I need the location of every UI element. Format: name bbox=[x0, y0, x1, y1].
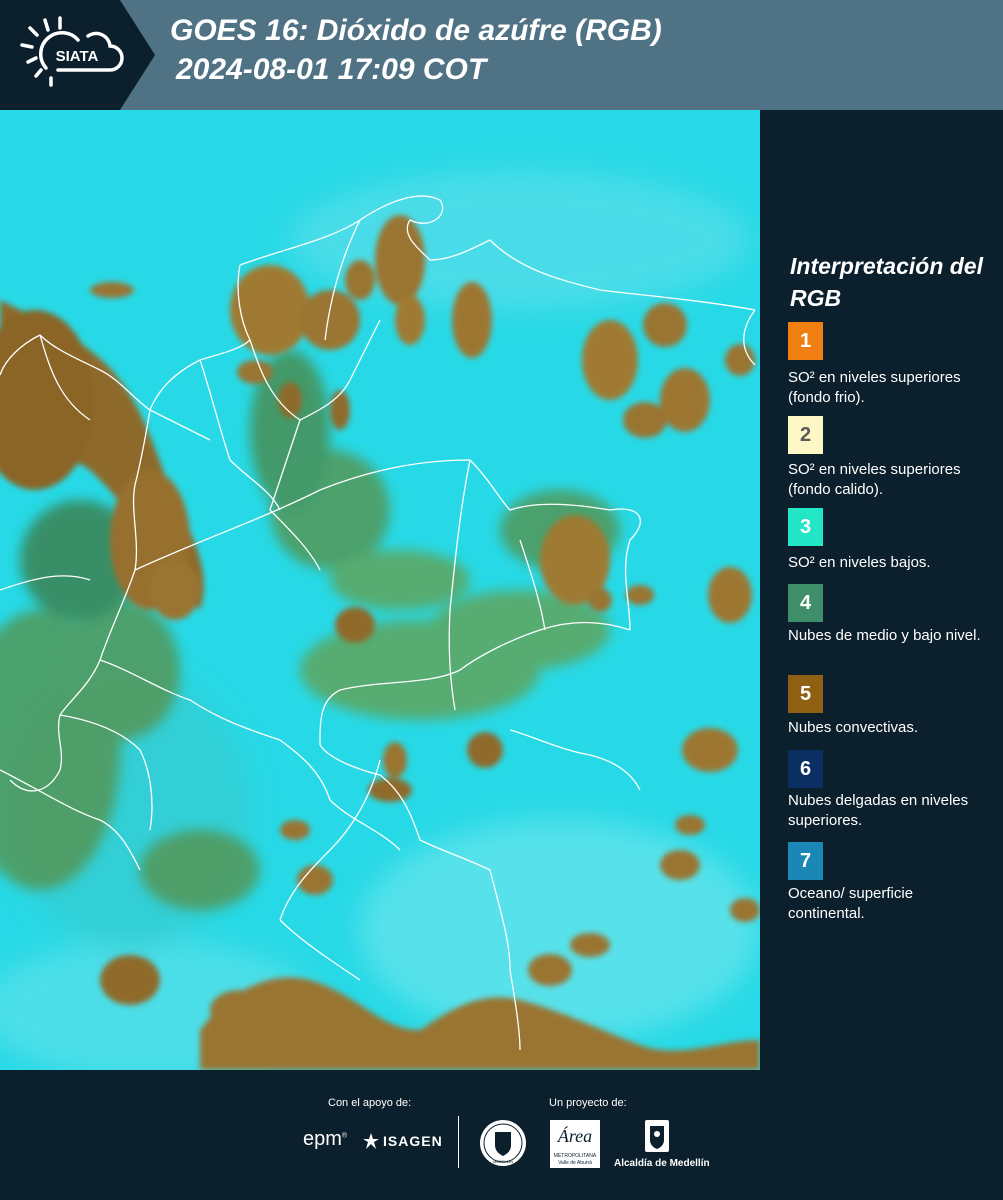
isagen-text: ISAGEN bbox=[383, 1133, 443, 1149]
legend-number: 6 bbox=[799, 757, 812, 780]
legend-number: 7 bbox=[799, 849, 812, 872]
legend-label-4: Nubes de medio y bajo nivel. bbox=[788, 627, 981, 644]
header: SIATA GOES 16: Dióxido de azúfre (RGB) 2… bbox=[0, 0, 1003, 110]
legend-label-7: Oceano/ superficie continental. bbox=[788, 885, 914, 922]
legend-swatch-1: 1 bbox=[788, 322, 823, 360]
legend-number: 5 bbox=[799, 682, 812, 705]
epm-logo: epm® bbox=[303, 1128, 348, 1150]
map-canvas bbox=[0, 110, 760, 1070]
siata-logo: SIATA bbox=[0, 0, 155, 110]
area-sub1: METROPOLITANA bbox=[553, 1153, 597, 1159]
area-sub2: Valle de Aburrá bbox=[558, 1160, 592, 1166]
timestamp: 2024-08-01 17:09 COT bbox=[176, 53, 487, 86]
alcaldia-text: Alcaldía de Medellín bbox=[614, 1158, 710, 1169]
legend-number: 2 bbox=[799, 423, 812, 446]
project-label: Un proyecto de: bbox=[549, 1097, 627, 1109]
legend-swatch-3: 3 bbox=[788, 508, 823, 546]
legend-number: 3 bbox=[799, 515, 812, 538]
footer: Con el apoyo de: Un proyecto de: epm® IS… bbox=[0, 1070, 1003, 1200]
isagen-mark-icon bbox=[363, 1133, 379, 1149]
legend-number: 1 bbox=[799, 329, 812, 352]
legend-swatch-7: 7 bbox=[788, 842, 823, 880]
legend-label-3: SO² en niveles bajos. bbox=[788, 554, 931, 571]
isagen-logo: ISAGEN bbox=[362, 1132, 443, 1150]
legend-number: 4 bbox=[799, 591, 812, 614]
legend-title: Interpretación del RGB bbox=[790, 253, 983, 311]
satellite-map[interactable] bbox=[0, 110, 760, 1070]
legend-panel: Interpretación del RGB 1 SO² en niveles … bbox=[760, 110, 1003, 1070]
medellin-seal: MEDELLÍN bbox=[480, 1120, 526, 1166]
page-title: GOES 16: Dióxido de azúfre (RGB) bbox=[170, 14, 662, 47]
legend-swatch-5: 5 bbox=[788, 675, 823, 713]
legend-label-1: SO² en niveles superiores (fondo frio). bbox=[788, 369, 961, 406]
legend-swatch-2: 2 bbox=[788, 416, 823, 454]
epm-text: epm bbox=[303, 1128, 342, 1150]
footer-divider bbox=[458, 1116, 459, 1168]
logo-text: SIATA bbox=[56, 48, 99, 65]
legend-swatch-4: 4 bbox=[788, 584, 823, 622]
legend-label-2: SO² en niveles superiores (fondo calido)… bbox=[788, 461, 961, 498]
legend-label-6: Nubes delgadas en niveles superiores. bbox=[788, 792, 969, 829]
alcaldia-emblem bbox=[645, 1120, 669, 1152]
legend-label-5: Nubes convectivas. bbox=[788, 719, 919, 736]
support-label: Con el apoyo de: bbox=[328, 1097, 412, 1109]
area-metropolitana-logo: Área METROPOLITANA Valle de Aburrá bbox=[550, 1120, 600, 1168]
area-name: Área bbox=[557, 1126, 593, 1146]
legend-swatch-6: 6 bbox=[788, 750, 823, 788]
seal-text: MEDELLÍN bbox=[493, 1159, 513, 1164]
